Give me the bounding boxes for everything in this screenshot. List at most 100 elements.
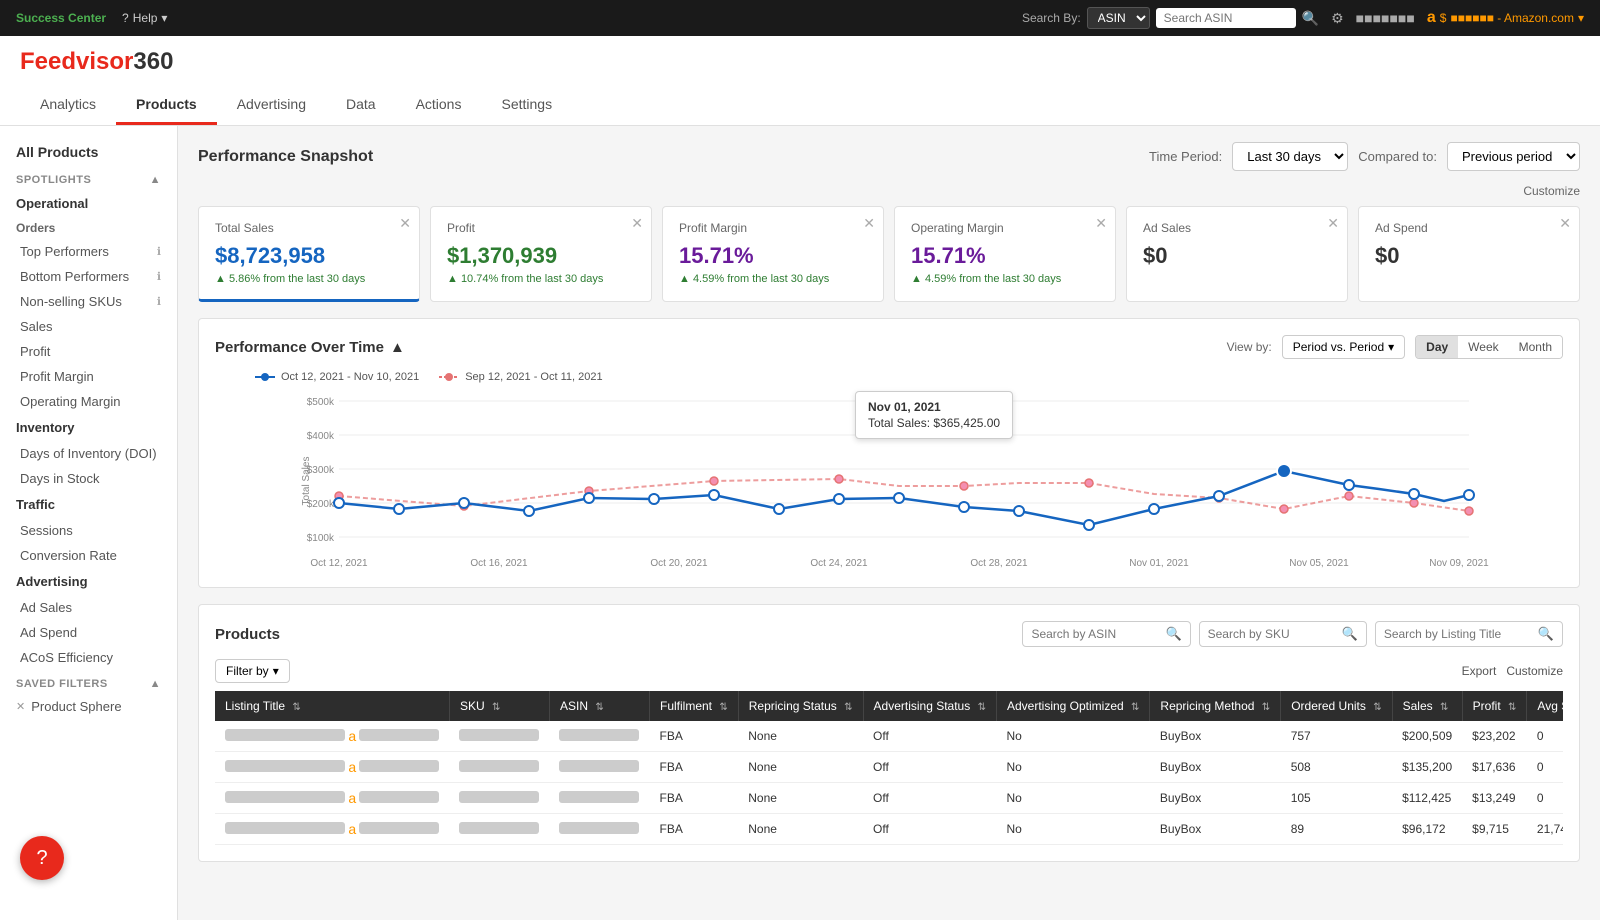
- pot-title[interactable]: Performance Over Time ▲: [215, 339, 405, 356]
- time-range-week-btn[interactable]: Week: [1458, 336, 1508, 358]
- operating-margin-close-btn[interactable]: ✕: [1095, 215, 1107, 232]
- sidebar-item-ad-sales[interactable]: Ad Sales: [0, 595, 177, 620]
- table-controls: Filter by ▾ Export Customize: [215, 659, 1563, 683]
- sidebar-item-profit-margin[interactable]: Profit Margin: [0, 364, 177, 389]
- search-sku-icon: 🔍: [1342, 626, 1358, 642]
- metric-card-profit-margin: ✕ Profit Margin 15.71% ▲ 4.59% from the …: [662, 206, 884, 302]
- top-bar: Success Center ? Help ▾ Search By: ASIN …: [0, 0, 1600, 36]
- view-by-label: View by:: [1227, 340, 1272, 354]
- time-range-day-btn[interactable]: Day: [1416, 336, 1458, 358]
- help-icon: ?: [122, 11, 129, 25]
- search-sku-input[interactable]: [1208, 627, 1338, 641]
- profit-margin-close-btn[interactable]: ✕: [863, 215, 875, 232]
- sidebar-item-bottom-performers[interactable]: Bottom Performers ℹ: [0, 264, 177, 289]
- legend-item-previous: Sep 12, 2021 - Oct 11, 2021: [439, 371, 602, 383]
- success-center-link[interactable]: Success Center: [16, 11, 106, 25]
- nav-advertising[interactable]: Advertising: [217, 86, 326, 125]
- table-customize-button[interactable]: Customize: [1506, 664, 1563, 678]
- sidebar-spotlights-header[interactable]: SPOTLIGHTS ▲: [0, 166, 177, 190]
- search-asin-icon: 🔍: [1165, 626, 1181, 642]
- profit-value: $1,370,939: [447, 243, 635, 269]
- sidebar-item-operating-margin[interactable]: Operating Margin: [0, 389, 177, 414]
- cell-avg-sales-rank: 0: [1527, 721, 1563, 752]
- sidebar-item-sessions[interactable]: Sessions: [0, 518, 177, 543]
- sidebar-item-top-performers[interactable]: Top Performers ℹ: [0, 239, 177, 264]
- compared-to-select[interactable]: Previous period: [1447, 142, 1580, 171]
- col-repricing-method[interactable]: Repricing Method ⇅: [1150, 691, 1281, 721]
- nav-analytics[interactable]: Analytics: [20, 86, 116, 125]
- filter-by-button[interactable]: Filter by ▾: [215, 659, 290, 683]
- export-button[interactable]: Export: [1462, 664, 1497, 678]
- period-select-button[interactable]: Period vs. Period ▾: [1282, 335, 1405, 359]
- col-sku[interactable]: SKU ⇅: [449, 691, 549, 721]
- metric-card-ad-sales: ✕ Ad Sales $0: [1126, 206, 1348, 302]
- sidebar-item-conversion-rate[interactable]: Conversion Rate: [0, 543, 177, 568]
- sidebar-item-doi[interactable]: Days of Inventory (DOI): [0, 441, 177, 466]
- svg-text:Nov 01, 2021: Nov 01, 2021: [1129, 558, 1189, 569]
- performance-snapshot-section: Performance Snapshot Time Period: Last 3…: [198, 142, 1580, 302]
- nav-products[interactable]: Products: [116, 86, 217, 125]
- cell-fulfillment: FBA: [649, 783, 738, 814]
- chat-widget-button[interactable]: ?: [20, 836, 64, 880]
- ad-sales-close-btn[interactable]: ✕: [1327, 215, 1339, 232]
- cell-repricing-method: BuyBox: [1150, 814, 1281, 845]
- nav-actions[interactable]: Actions: [396, 86, 482, 125]
- col-ordered-units[interactable]: Ordered Units ⇅: [1281, 691, 1392, 721]
- profit-close-btn[interactable]: ✕: [631, 215, 643, 232]
- col-listing-title[interactable]: Listing Title ⇅: [215, 691, 449, 721]
- cell-advertising-optimized: No: [996, 783, 1149, 814]
- top-search-input[interactable]: [1156, 8, 1296, 28]
- operating-margin-title: Operating Margin: [911, 221, 1099, 235]
- metric-card-operating-margin: ✕ Operating Margin 15.71% ▲ 4.59% from t…: [894, 206, 1116, 302]
- col-profit[interactable]: Profit ⇅: [1462, 691, 1527, 721]
- cell-advertising-optimized: No: [996, 752, 1149, 783]
- col-repricing-status[interactable]: Repricing Status ⇅: [738, 691, 863, 721]
- sidebar-all-products[interactable]: All Products: [0, 138, 177, 166]
- cell-sales: $112,425: [1392, 783, 1462, 814]
- sidebar-item-ad-spend[interactable]: Ad Spend: [0, 620, 177, 645]
- col-fulfillment[interactable]: Fulfilment ⇅: [649, 691, 738, 721]
- profit-margin-title: Profit Margin: [679, 221, 867, 235]
- col-asin[interactable]: ASIN ⇅: [549, 691, 649, 721]
- sidebar-item-sales[interactable]: Sales: [0, 314, 177, 339]
- remove-filter-icon[interactable]: ✕: [16, 700, 25, 713]
- search-icon[interactable]: 🔍: [1302, 10, 1319, 27]
- col-advertising-status[interactable]: Advertising Status ⇅: [863, 691, 996, 721]
- svg-text:$400k: $400k: [307, 431, 335, 442]
- sidebar-item-non-selling-skus[interactable]: Non-selling SKUs ℹ: [0, 289, 177, 314]
- nav-data[interactable]: Data: [326, 86, 396, 125]
- total-sales-close-btn[interactable]: ✕: [399, 215, 411, 232]
- col-advertising-optimized[interactable]: Advertising Optimized ⇅: [996, 691, 1149, 721]
- cell-advertising-status: Off: [863, 752, 996, 783]
- sidebar-item-acos[interactable]: ACoS Efficiency: [0, 645, 177, 670]
- cell-avg-sales-rank: 0: [1527, 783, 1563, 814]
- search-type-select[interactable]: ASIN: [1087, 7, 1150, 29]
- sidebar-saved-filters-header[interactable]: SAVED FILTERS ▲: [0, 670, 177, 694]
- main-layout: All Products SPOTLIGHTS ▲ Operational Or…: [0, 126, 1600, 920]
- time-period-select[interactable]: Last 30 days: [1232, 142, 1348, 171]
- sidebar-advertising-title: Advertising: [0, 568, 177, 595]
- time-range-month-btn[interactable]: Month: [1509, 336, 1562, 358]
- sidebar-item-days-in-stock[interactable]: Days in Stock: [0, 466, 177, 491]
- username-display: ■■■■■■■: [1356, 10, 1415, 26]
- help-button[interactable]: ? Help ▾: [122, 11, 167, 25]
- nav-settings[interactable]: Settings: [481, 86, 572, 125]
- col-sales[interactable]: Sales ⇅: [1392, 691, 1462, 721]
- sidebar-item-profit[interactable]: Profit: [0, 339, 177, 364]
- cell-advertising-status: Off: [863, 783, 996, 814]
- search-asin-input[interactable]: [1031, 627, 1161, 641]
- cell-avg-sales-rank: 21,742: [1527, 814, 1563, 845]
- sidebar-saved-product-sphere[interactable]: ✕ Product Sphere: [0, 694, 177, 719]
- snapshot-title: Performance Snapshot: [198, 148, 373, 166]
- cell-repricing-status: None: [738, 721, 863, 752]
- logo: Feedvisor360: [20, 48, 1580, 76]
- cell-ordered-units: 89: [1281, 814, 1392, 845]
- col-avg-sales-rank[interactable]: Avg Sales Rank ⇅: [1527, 691, 1563, 721]
- settings-icon[interactable]: ⚙: [1331, 10, 1344, 27]
- search-listing-input[interactable]: [1384, 627, 1534, 641]
- total-sales-change: ▲ 5.86% from the last 30 days: [215, 273, 403, 285]
- ad-spend-close-btn[interactable]: ✕: [1559, 215, 1571, 232]
- profit-margin-value: 15.71%: [679, 243, 867, 269]
- snapshot-customize-link[interactable]: Customize: [1523, 184, 1580, 198]
- cell-advertising-status: Off: [863, 721, 996, 752]
